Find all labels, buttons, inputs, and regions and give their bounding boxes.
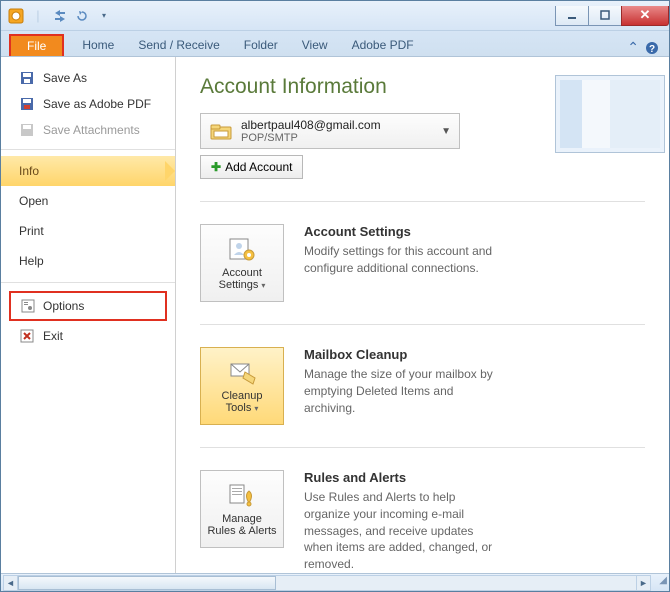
- nav-info[interactable]: Info: [1, 156, 175, 186]
- qat-separator: |: [29, 7, 47, 25]
- expand-ribbon-icon[interactable]: ⌃: [627, 39, 639, 56]
- rules-alerts-title: Rules and Alerts: [304, 470, 645, 485]
- account-settings-button[interactable]: Account Settings▾: [200, 224, 284, 302]
- nav-open[interactable]: Open: [1, 186, 175, 216]
- nav-save-attachments: Save Attachments: [1, 117, 175, 143]
- exit-icon: [19, 328, 35, 344]
- help-icon[interactable]: ?: [645, 41, 659, 55]
- nav-save-as[interactable]: Save As: [1, 65, 175, 91]
- scroll-thumb[interactable]: [18, 576, 276, 590]
- section-text: Account Settings Modify settings for thi…: [304, 224, 645, 277]
- send-receive-icon[interactable]: [51, 7, 69, 25]
- resize-grip[interactable]: ◢: [653, 575, 669, 591]
- attachment-icon: [19, 122, 35, 138]
- quick-access-toolbar: | ▾: [7, 7, 113, 25]
- section-rules-alerts: Manage Rules & Alerts Rules and Alerts U…: [200, 470, 645, 573]
- nav-options[interactable]: Options: [9, 291, 167, 321]
- nav-separator-2: [1, 282, 175, 283]
- nav-separator: [1, 149, 175, 150]
- scroll-left-arrow[interactable]: ◄: [4, 576, 18, 590]
- undo-icon[interactable]: [73, 7, 91, 25]
- account-email: albertpaul408@gmail.com: [241, 118, 433, 132]
- print-preview-thumbnail: [555, 75, 665, 153]
- nav-save-attachments-label: Save Attachments: [43, 123, 140, 137]
- account-settings-desc: Modify settings for this account and con…: [304, 243, 504, 277]
- add-account-label: Add Account: [225, 160, 292, 174]
- account-settings-title: Account Settings: [304, 224, 645, 239]
- account-protocol: POP/SMTP: [241, 132, 433, 144]
- window-controls: ✕: [556, 6, 669, 26]
- save-icon: [19, 70, 35, 86]
- ribbon-tabs: File Home Send / Receive Folder View Ado…: [1, 31, 669, 57]
- plus-icon: ✚: [211, 160, 221, 174]
- nav-help[interactable]: Help: [1, 246, 175, 276]
- nav-exit[interactable]: Exit: [1, 323, 175, 349]
- nav-save-as-pdf[interactable]: Save as Adobe PDF: [1, 91, 175, 117]
- scroll-right-arrow[interactable]: ►: [636, 576, 650, 590]
- statusbar: ◄ ► ◢: [1, 573, 669, 591]
- nav-print[interactable]: Print: [1, 216, 175, 246]
- titlebar: | ▾ ✕: [1, 1, 669, 31]
- account-folder-icon: [209, 121, 233, 141]
- account-settings-icon: [227, 235, 257, 263]
- close-button[interactable]: ✕: [621, 6, 669, 26]
- section-mailbox-cleanup: Cleanup Tools▾ Mailbox Cleanup Manage th…: [200, 347, 645, 425]
- backstage-nav: Save As Save as Adobe PDF Save Attachmen…: [1, 57, 176, 573]
- app-icon: [7, 7, 25, 25]
- manage-rules-btn-label: Manage Rules & Alerts: [207, 513, 277, 537]
- maximize-button[interactable]: [588, 6, 622, 26]
- main-panel: Account Information albertpaul408@gmail.…: [176, 57, 669, 573]
- pdf-icon: [19, 96, 35, 112]
- tab-send-receive[interactable]: Send / Receive: [126, 34, 231, 56]
- options-icon: [21, 299, 35, 313]
- qat-dropdown-icon[interactable]: ▾: [95, 7, 113, 25]
- section-account-settings: Account Settings▾ Account Settings Modif…: [200, 224, 645, 302]
- nav-options-label: Options: [43, 299, 84, 313]
- tab-folder[interactable]: Folder: [232, 34, 290, 56]
- preview-inner: [560, 80, 660, 148]
- nav-save-as-label: Save As: [43, 71, 87, 85]
- tab-file[interactable]: File: [9, 34, 64, 56]
- separator: [200, 201, 645, 202]
- add-account-button[interactable]: ✚ Add Account: [200, 155, 303, 179]
- mailbox-cleanup-title: Mailbox Cleanup: [304, 347, 645, 362]
- rules-icon: [227, 481, 257, 509]
- tab-adobe-pdf[interactable]: Adobe PDF: [340, 34, 426, 56]
- section-text-3: Rules and Alerts Use Rules and Alerts to…: [304, 470, 645, 573]
- backstage-content: Save As Save as Adobe PDF Save Attachmen…: [1, 57, 669, 573]
- account-settings-btn-label: Account Settings▾: [207, 267, 277, 291]
- rules-alerts-desc: Use Rules and Alerts to help organize yo…: [304, 489, 504, 573]
- manage-rules-button[interactable]: Manage Rules & Alerts: [200, 470, 284, 548]
- tab-view[interactable]: View: [290, 34, 340, 56]
- account-dropdown[interactable]: albertpaul408@gmail.com POP/SMTP ▼: [200, 113, 460, 149]
- cleanup-icon: [227, 358, 257, 386]
- mailbox-cleanup-desc: Manage the size of your mailbox by empty…: [304, 366, 504, 416]
- svg-text:?: ?: [649, 44, 655, 55]
- cleanup-tools-button[interactable]: Cleanup Tools▾: [200, 347, 284, 425]
- cleanup-tools-btn-label: Cleanup Tools▾: [207, 390, 277, 414]
- tab-home[interactable]: Home: [70, 34, 126, 56]
- horizontal-scrollbar[interactable]: ◄ ►: [3, 575, 651, 591]
- section-text-2: Mailbox Cleanup Manage the size of your …: [304, 347, 645, 416]
- separator-2: [200, 324, 645, 325]
- outlook-window: | ▾ ✕ File Home Send / Receive Folder Vi…: [0, 0, 670, 592]
- account-text: albertpaul408@gmail.com POP/SMTP: [241, 118, 433, 144]
- separator-3: [200, 447, 645, 448]
- nav-save-as-pdf-label: Save as Adobe PDF: [43, 97, 151, 111]
- ribbon-right: ⌃ ?: [627, 39, 669, 56]
- nav-exit-label: Exit: [43, 329, 63, 343]
- minimize-button[interactable]: [555, 6, 589, 26]
- chevron-down-icon: ▼: [441, 126, 451, 137]
